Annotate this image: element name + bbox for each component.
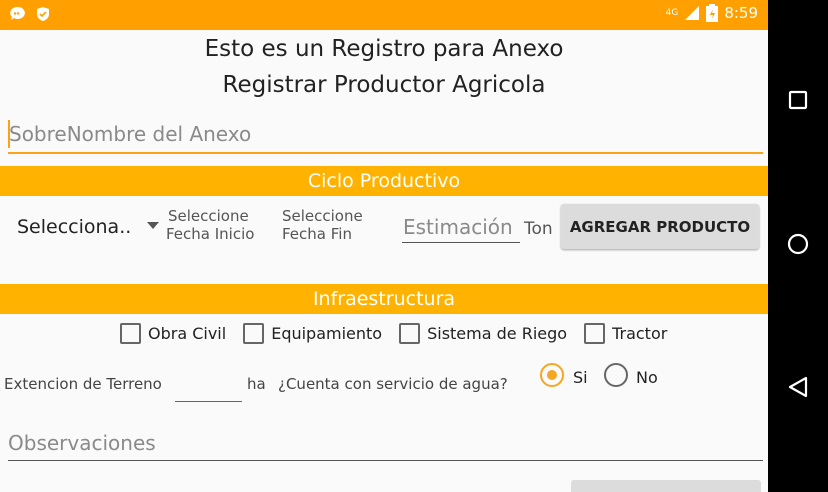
observaciones-underline bbox=[8, 460, 763, 461]
agua-si-label: Si bbox=[573, 368, 588, 387]
agua-no-label: No bbox=[636, 368, 658, 387]
back-triangle-icon bbox=[788, 376, 808, 398]
ciclo-productivo-header: Ciclo Productivo bbox=[0, 166, 768, 196]
app-screen: 4G 8:59 Esto es un Registro para Anexo R… bbox=[0, 0, 768, 492]
home-button[interactable] bbox=[768, 233, 828, 255]
sistema-riego-checkbox[interactable] bbox=[399, 323, 421, 344]
tractor-checkbox[interactable] bbox=[584, 323, 606, 344]
signal-icon bbox=[685, 6, 700, 20]
infraestructura-checkboxes: Obra Civil Equipamiento Sistema de Riego… bbox=[120, 323, 667, 344]
network-type: 4G bbox=[665, 8, 679, 18]
back-button[interactable] bbox=[768, 376, 828, 398]
nickname-input[interactable]: SobreNombre del Anexo bbox=[9, 122, 251, 146]
fecha-inicio-line2: Fecha Inicio bbox=[166, 225, 255, 243]
equipamiento-label: Equipamiento bbox=[271, 324, 383, 343]
fecha-fin-line1: Seleccione bbox=[282, 207, 363, 225]
add-product-button[interactable]: AGREGAR PRODUCTO bbox=[561, 204, 759, 249]
obra-civil-checkbox[interactable] bbox=[120, 323, 141, 344]
observaciones-input[interactable]: Observaciones bbox=[8, 431, 156, 455]
estimacion-underline bbox=[402, 242, 520, 243]
recents-button[interactable] bbox=[768, 90, 828, 110]
fecha-fin-line2: Fecha Fin bbox=[282, 225, 352, 243]
terreno-label: Extencion de Terreno bbox=[4, 375, 162, 393]
terreno-input[interactable] bbox=[175, 401, 242, 402]
save-button-partial[interactable] bbox=[571, 480, 761, 492]
agua-question: ¿Cuenta con servicio de agua? bbox=[278, 375, 508, 393]
shield-notification-icon bbox=[37, 7, 49, 21]
fecha-inicio-line1: Seleccione bbox=[168, 207, 249, 225]
clock: 8:59 bbox=[724, 4, 758, 22]
page-title: Esto es un Registro para Anexo bbox=[204, 36, 564, 62]
obra-civil-label: Obra Civil bbox=[148, 324, 227, 343]
infraestructura-header: Infraestructura bbox=[0, 284, 768, 314]
status-bar: 4G 8:59 bbox=[0, 0, 768, 30]
nickname-underline bbox=[8, 152, 763, 154]
navigation-bar bbox=[768, 0, 828, 492]
sistema-riego-label: Sistema de Riego bbox=[427, 324, 568, 343]
unit-label: Ton bbox=[524, 219, 553, 239]
chat-notification-icon bbox=[10, 6, 25, 20]
recents-square-icon bbox=[788, 90, 808, 110]
agua-si-radio[interactable] bbox=[540, 363, 564, 387]
terreno-unit: ha bbox=[247, 375, 266, 393]
equipamiento-checkbox[interactable] bbox=[243, 323, 265, 344]
agua-no-radio[interactable] bbox=[604, 363, 628, 387]
dropdown-arrow-icon[interactable] bbox=[147, 222, 159, 229]
fecha-fin-button[interactable]: Seleccione Fecha Fin bbox=[282, 207, 363, 243]
estimacion-input[interactable]: Estimación bbox=[403, 215, 513, 239]
battery-icon bbox=[706, 4, 719, 22]
tractor-label: Tractor bbox=[612, 324, 668, 343]
home-circle-icon bbox=[787, 233, 809, 255]
text-cursor bbox=[8, 120, 10, 148]
product-spinner[interactable]: Selecciona.. bbox=[17, 216, 131, 238]
fecha-inicio-button[interactable]: Seleccione Fecha Inicio bbox=[166, 207, 254, 243]
page-subtitle: Registrar Productor Agricola bbox=[222, 72, 546, 98]
